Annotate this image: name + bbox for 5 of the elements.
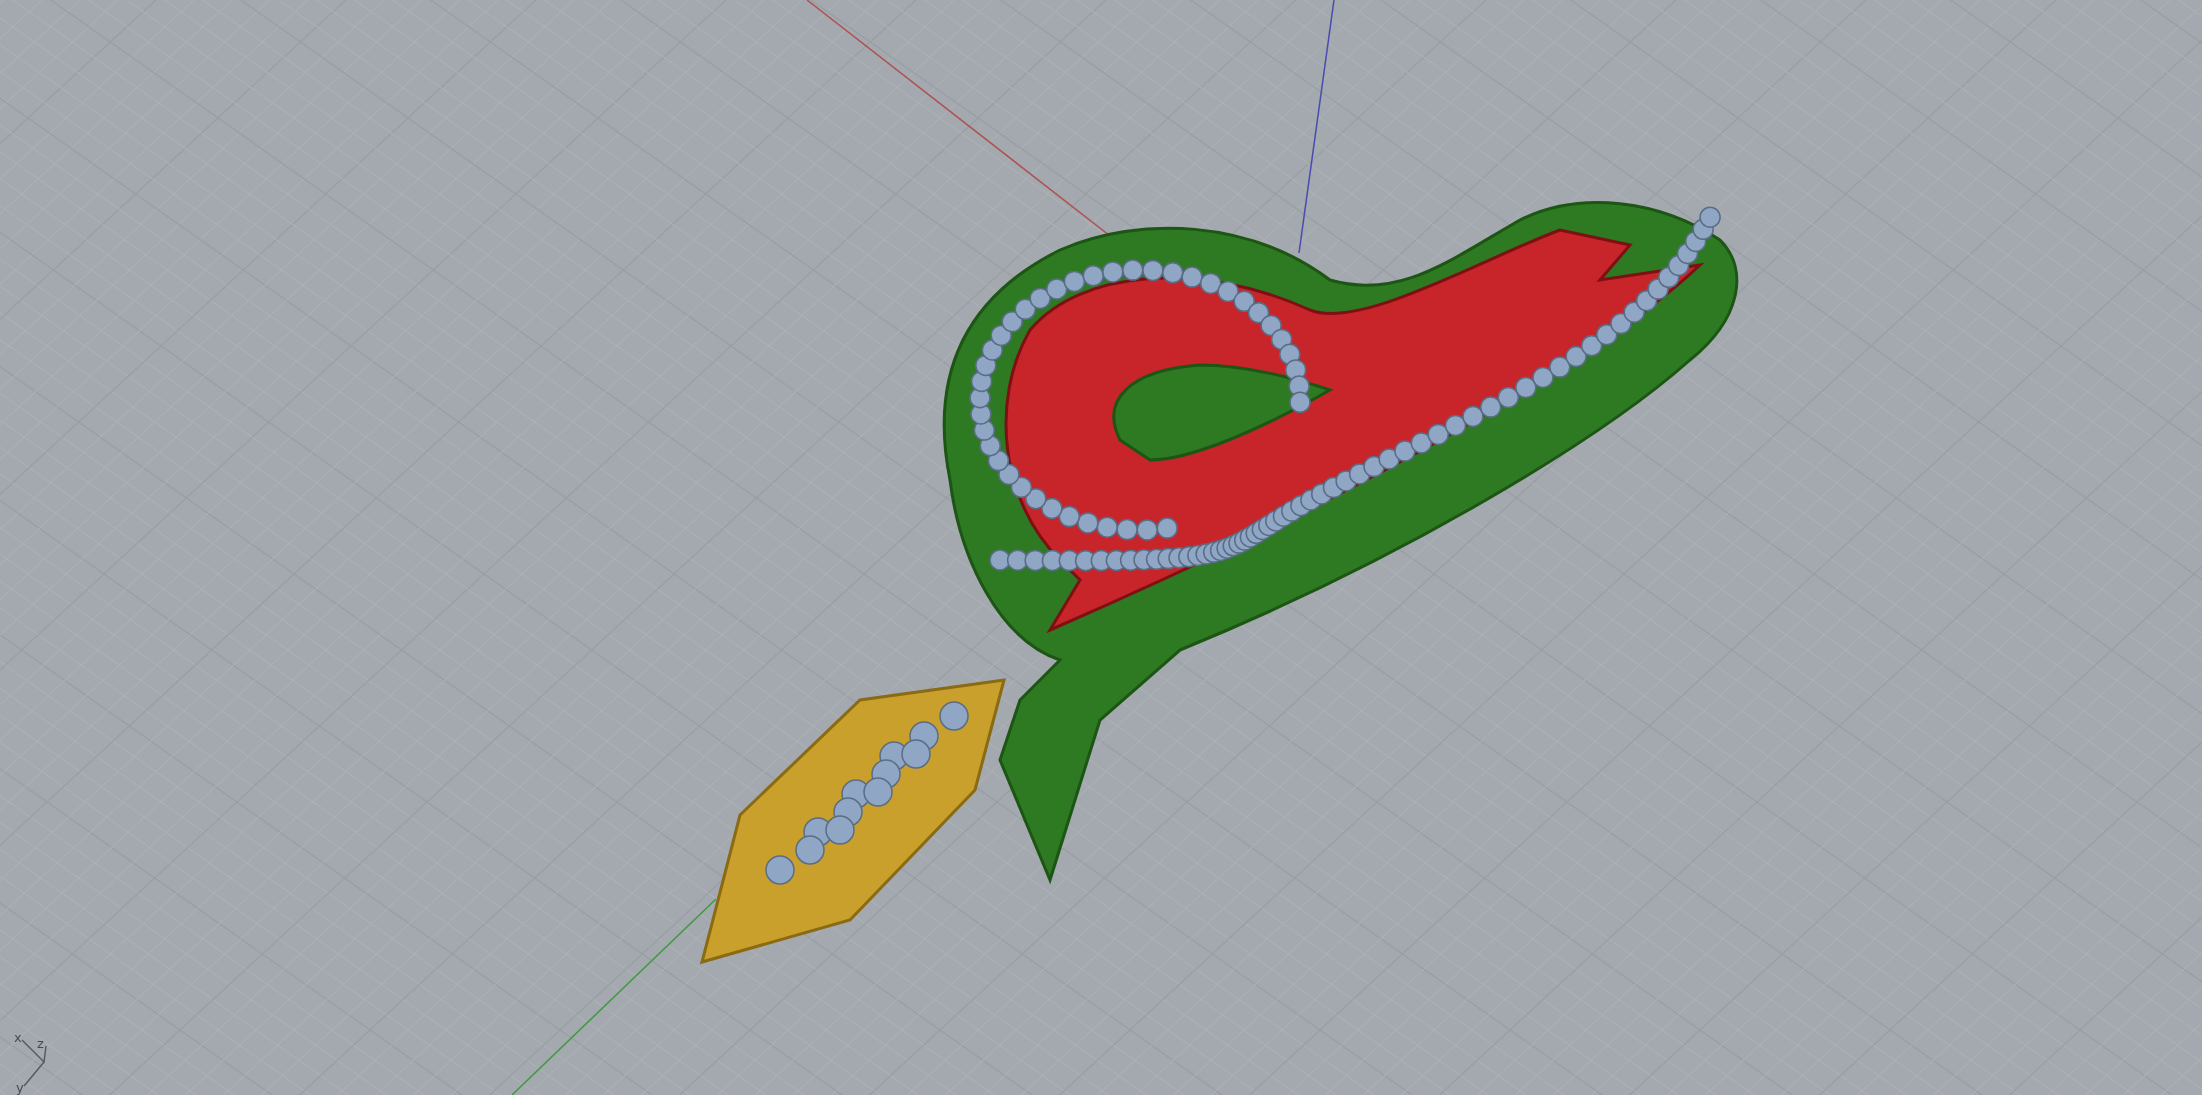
axis-label: y — [16, 1080, 24, 1095]
axis-label: x — [14, 1030, 22, 1045]
axis-label: z — [37, 1036, 44, 1051]
axis-gizmo-icon — [21, 1039, 47, 1087]
viewport-background[interactable]: x z y — [0, 0, 2202, 1095]
